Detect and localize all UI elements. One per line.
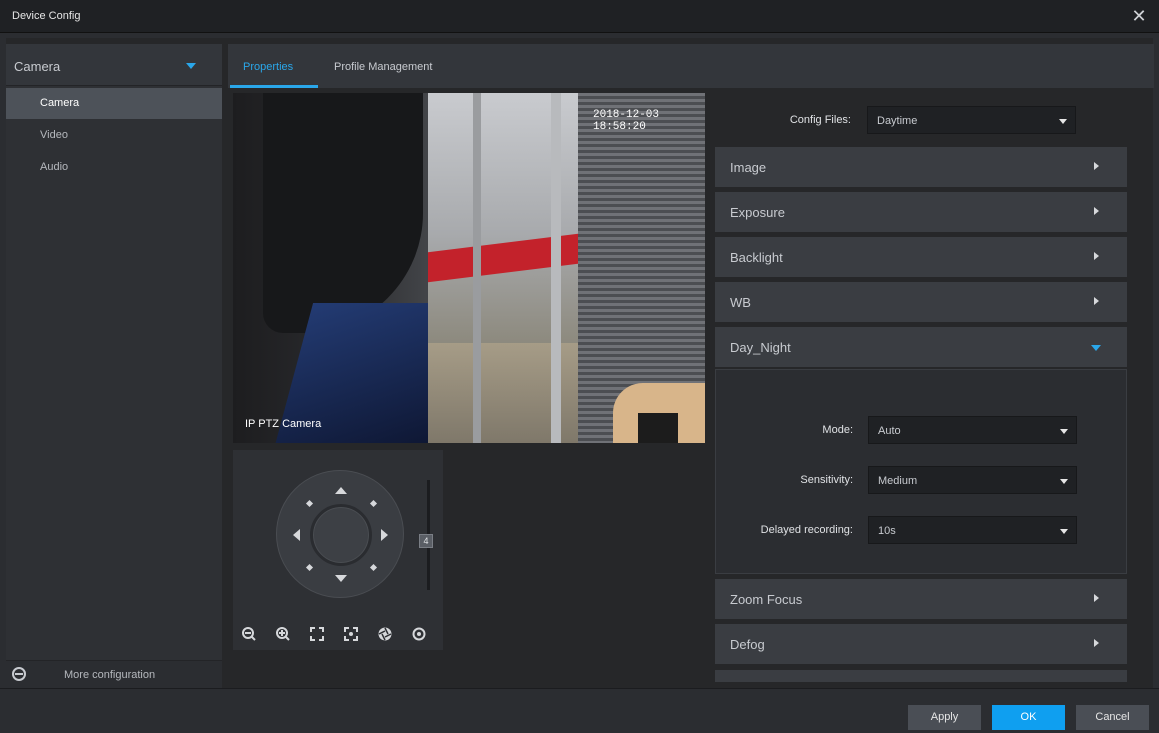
zoom-in-icon[interactable]: [275, 626, 291, 642]
video-scene-door-frame: [551, 93, 561, 443]
section-day-night-label: Day_Night: [730, 340, 791, 355]
next-section-partial: [715, 670, 1127, 682]
sensitivity-select[interactable]: Medium: [868, 466, 1077, 494]
section-zoom-focus-label: Zoom Focus: [730, 592, 803, 607]
section-image-label: Image: [730, 160, 767, 175]
sidebar-header-label: Camera: [14, 59, 61, 74]
chevron-down-icon: [1060, 479, 1068, 484]
config-files-row: Config Files: Daytime: [715, 106, 1125, 134]
ptz-up-right-icon[interactable]: [369, 499, 378, 508]
chevron-down-icon: [1060, 529, 1068, 534]
close-icon[interactable]: ✕: [1129, 6, 1149, 26]
mode-value: Auto: [878, 425, 901, 437]
section-backlight-label: Backlight: [730, 250, 783, 265]
section-defog-label: Defog: [730, 637, 765, 652]
section-exposure[interactable]: Exposure: [715, 192, 1127, 232]
chevron-down-icon: [1059, 119, 1067, 124]
tab-properties[interactable]: Properties: [243, 61, 293, 73]
video-timestamp: 2018-12-03 18:58:20: [593, 109, 660, 133]
ptz-toolbar: [241, 626, 441, 646]
video-scene-device: [638, 413, 678, 443]
mode-row: Mode: Auto: [716, 416, 1128, 444]
more-configuration-link[interactable]: More configuration: [6, 660, 222, 688]
window-title: Device Config: [12, 10, 81, 22]
ptz-center-knob[interactable]: [310, 504, 372, 566]
more-configuration-label: More configuration: [64, 669, 156, 681]
focus-near-icon[interactable]: [343, 626, 359, 642]
mode-label: Mode:: [822, 424, 853, 436]
ptz-down-icon[interactable]: [335, 575, 347, 582]
focus-far-icon[interactable]: [309, 626, 325, 642]
chevron-right-icon: [1094, 252, 1099, 260]
section-image[interactable]: Image: [715, 147, 1127, 187]
cancel-button[interactable]: Cancel: [1076, 705, 1149, 730]
day-night-panel: Mode: Auto Sensitivity: Medium Delayed r…: [715, 369, 1127, 574]
video-scene-door: [473, 93, 481, 443]
config-files-select[interactable]: Daytime: [867, 106, 1076, 134]
sensitivity-row: Sensitivity: Medium: [716, 466, 1128, 494]
more-config-icon: [12, 667, 26, 681]
section-defog[interactable]: Defog: [715, 624, 1127, 664]
ptz-panel: 4: [233, 450, 443, 650]
chevron-right-icon: [1094, 594, 1099, 602]
sidebar-header[interactable]: Camera: [6, 44, 222, 86]
sensitivity-value: Medium: [878, 475, 918, 487]
ptz-left-icon[interactable]: [293, 529, 300, 541]
config-files-value: Daytime: [877, 115, 918, 127]
section-zoom-focus[interactable]: Zoom Focus: [715, 579, 1127, 619]
delayed-recording-select[interactable]: 10s: [868, 516, 1077, 544]
dialog-footer: Apply OK Cancel: [0, 688, 1159, 733]
chevron-down-icon: [186, 63, 196, 69]
config-files-label: Config Files:: [789, 114, 851, 126]
ptz-right-icon[interactable]: [381, 529, 388, 541]
video-camera-label: IP PTZ Camera: [245, 418, 322, 430]
chevron-down-icon: [1060, 429, 1068, 434]
sidebar-item-camera[interactable]: Camera: [6, 88, 222, 119]
active-tab-indicator: [230, 85, 318, 88]
section-day-night[interactable]: Day_Night: [715, 327, 1127, 367]
sidebar-item-audio[interactable]: Audio: [6, 152, 222, 183]
tab-bar: Properties Profile Management: [228, 44, 1154, 88]
delayed-recording-label: Delayed recording:: [760, 524, 853, 536]
ptz-down-left-icon[interactable]: [305, 563, 314, 572]
ptz-up-icon[interactable]: [335, 487, 347, 494]
tab-profile-management[interactable]: Profile Management: [334, 61, 432, 73]
sensitivity-label: Sensitivity:: [800, 474, 853, 486]
mode-select[interactable]: Auto: [868, 416, 1077, 444]
chevron-down-icon: [1091, 345, 1101, 351]
chevron-right-icon: [1094, 207, 1099, 215]
chevron-right-icon: [1094, 297, 1099, 305]
section-wb-label: WB: [730, 295, 751, 310]
zoom-out-icon[interactable]: [241, 626, 257, 642]
iris-icon[interactable]: [377, 626, 393, 642]
sidebar-item-video[interactable]: Video: [6, 120, 222, 151]
ptz-down-right-icon[interactable]: [369, 563, 378, 572]
delayed-recording-row: Delayed recording: 10s: [716, 516, 1128, 544]
section-exposure-label: Exposure: [730, 205, 785, 220]
ok-button[interactable]: OK: [992, 705, 1065, 730]
section-wb[interactable]: WB: [715, 282, 1127, 322]
refresh-icon[interactable]: [411, 626, 427, 642]
section-backlight[interactable]: Backlight: [715, 237, 1127, 277]
ptz-speed-handle[interactable]: 4: [419, 534, 433, 548]
ptz-direction-ring: [276, 470, 404, 598]
delayed-recording-value: 10s: [878, 525, 896, 537]
sidebar: Camera Camera Video Audio More configura…: [6, 44, 222, 688]
title-bar: Device Config ✕: [0, 0, 1159, 33]
chevron-right-icon: [1094, 639, 1099, 647]
apply-button[interactable]: Apply: [908, 705, 981, 730]
ptz-up-left-icon[interactable]: [305, 499, 314, 508]
video-preview[interactable]: 2018-12-03 18:58:20 IP PTZ Camera: [233, 93, 705, 443]
chevron-right-icon: [1094, 162, 1099, 170]
